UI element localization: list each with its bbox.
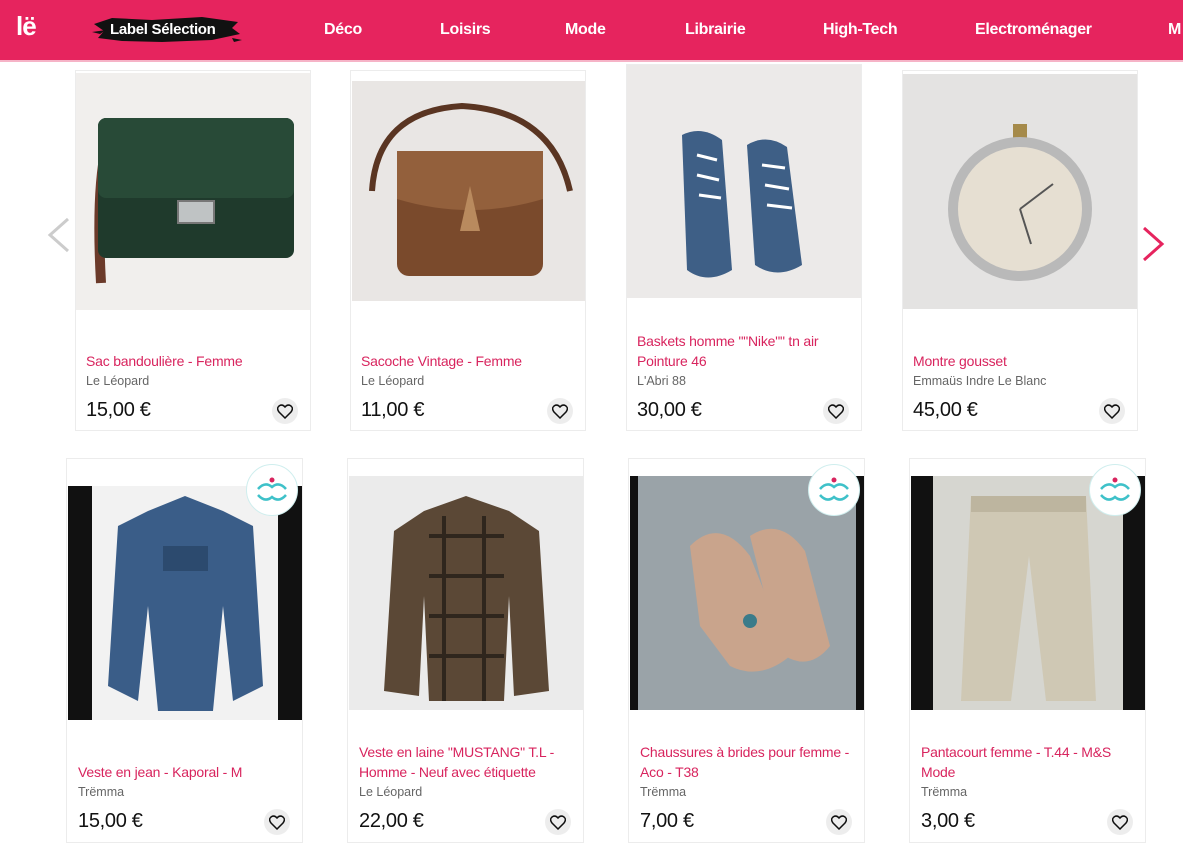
shop-name: Trëmma [640, 785, 687, 799]
product-title[interactable]: Baskets homme ""Nike"" tn air Pointure 4… [637, 331, 851, 371]
nav-item-more[interactable]: M [1168, 21, 1181, 39]
product-price: 30,00 € [637, 399, 702, 421]
product-image-shoulder-bag[interactable] [76, 73, 310, 310]
heart-icon [550, 814, 566, 830]
product-price: 7,00 € [640, 810, 694, 832]
product-price: 22,00 € [359, 810, 424, 832]
favorite-button[interactable] [264, 809, 290, 835]
product-card[interactable]: Sacoche Vintage - Femme Le Léopard 11,00… [350, 70, 586, 431]
eco-badge [1089, 464, 1141, 516]
site-logo[interactable]: lë [16, 10, 37, 42]
shop-name: Trëmma [921, 785, 968, 799]
heart-icon [1104, 403, 1120, 419]
nav-item-mode[interactable]: Mode [565, 21, 606, 39]
shop-name: L'Abri 88 [637, 374, 686, 388]
heart-icon [831, 814, 847, 830]
favorite-button[interactable] [826, 809, 852, 835]
nav-item-loisirs[interactable]: Loisirs [440, 21, 491, 39]
product-title[interactable]: Veste en laine "MUSTANG" T.L - Homme - N… [359, 742, 573, 782]
product-price: 45,00 € [913, 399, 978, 421]
product-card[interactable]: Pantacourt femme - T.44 - M&S Mode Trëmm… [909, 458, 1146, 843]
favorite-button[interactable] [272, 398, 298, 424]
shop-name: Le Léopard [361, 374, 425, 388]
product-image-wool-jacket[interactable] [349, 476, 583, 710]
handshake-icon [1100, 477, 1130, 501]
eco-badge [808, 464, 860, 516]
product-card[interactable]: Veste en jean - Kaporal - M Trëmma 15,00… [66, 458, 303, 843]
product-title[interactable]: Sac bandoulière - Femme [86, 351, 300, 371]
favorite-button[interactable] [823, 398, 849, 424]
product-image-satchel[interactable] [352, 81, 585, 301]
nav-item-deco[interactable]: Déco [324, 21, 362, 39]
product-image-pocket-watch[interactable] [903, 74, 1137, 309]
shop-name: Trëmma [78, 785, 125, 799]
carousel-next-arrow[interactable] [1140, 225, 1168, 268]
chevron-right-icon [1143, 226, 1165, 262]
handshake-icon [257, 477, 287, 501]
chevron-left-icon [47, 217, 69, 253]
header-divider [0, 60, 1183, 62]
product-title[interactable]: Pantacourt femme - T.44 - M&S Mode [921, 742, 1135, 782]
nav-item-high-tech[interactable]: High-Tech [823, 21, 898, 39]
favorite-button[interactable] [1107, 809, 1133, 835]
product-price: 15,00 € [86, 399, 151, 421]
product-card[interactable]: Sac bandoulière - Femme Le Léopard 15,00… [75, 70, 311, 431]
product-card[interactable]: Baskets homme ""Nike"" tn air Pointure 4… [626, 64, 862, 431]
product-price: 15,00 € [78, 810, 143, 832]
product-title[interactable]: Chaussures à brides pour femme - Aco - T… [640, 742, 854, 782]
product-price: 11,00 € [361, 399, 425, 421]
heart-icon [1112, 814, 1128, 830]
product-card[interactable]: Veste en laine "MUSTANG" T.L - Homme - N… [347, 458, 584, 843]
product-card[interactable]: Montre gousset Emmaüs Indre Le Blanc 45,… [902, 70, 1138, 431]
label-selection-link[interactable]: Label Sélection [92, 14, 242, 46]
carousel-prev-arrow[interactable] [44, 216, 72, 259]
product-title[interactable]: Veste en jean - Kaporal - M [78, 762, 292, 782]
favorite-button[interactable] [1099, 398, 1125, 424]
heart-icon [552, 403, 568, 419]
nav-item-electromenager[interactable]: Electroménager [975, 21, 1092, 39]
heart-icon [269, 814, 285, 830]
shop-name: Emmaüs Indre Le Blanc [913, 374, 1047, 388]
favorite-button[interactable] [547, 398, 573, 424]
product-title[interactable]: Montre gousset [913, 351, 1127, 371]
product-card[interactable]: Chaussures à brides pour femme - Aco - T… [628, 458, 865, 843]
heart-icon [828, 403, 844, 419]
nav-item-librairie[interactable]: Librairie [685, 21, 746, 39]
heart-icon [277, 403, 293, 419]
product-title[interactable]: Sacoche Vintage - Femme [361, 351, 575, 371]
shop-name: Le Léopard [359, 785, 423, 799]
product-image-denim-jacket[interactable] [68, 486, 302, 720]
label-selection-text: Label Sélection [110, 21, 216, 38]
favorite-button[interactable] [545, 809, 571, 835]
eco-badge [246, 464, 298, 516]
product-image-sneakers[interactable] [627, 65, 861, 298]
shop-name: Le Léopard [86, 374, 150, 388]
product-price: 3,00 € [921, 810, 975, 832]
handshake-icon [819, 477, 849, 501]
